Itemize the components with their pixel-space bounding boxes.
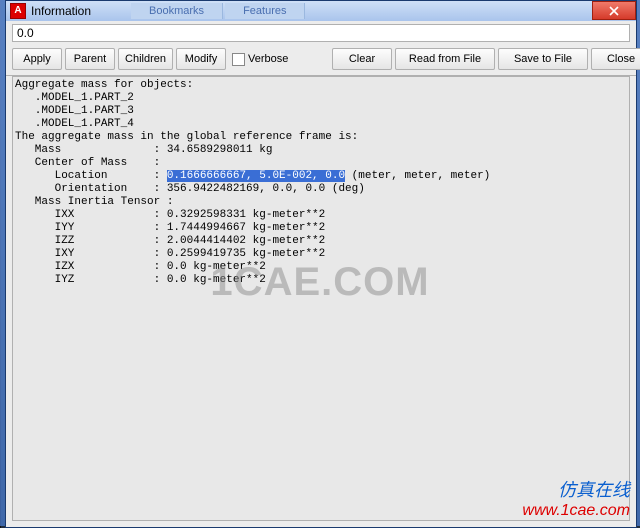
apply-button[interactable]: Apply xyxy=(12,48,62,70)
line: IYY : 1.7444994667 kg-meter**2 xyxy=(15,222,325,234)
line: .MODEL_1.PART_3 xyxy=(15,105,134,117)
checkbox-icon xyxy=(232,53,245,66)
selected-text: 0.1666666667, 5.0E-002, 0.0 xyxy=(167,170,345,182)
toolbar: Apply Parent Children Modify Verbose Cle… xyxy=(6,45,636,76)
line: IZZ : 2.0044414402 kg-meter**2 xyxy=(15,235,325,247)
line: IXX : 0.3292598331 kg-meter**2 xyxy=(15,209,325,221)
footer-url: www.1cae.com xyxy=(522,502,630,520)
info-text-area[interactable]: Aggregate mass for objects: .MODEL_1.PAR… xyxy=(12,76,630,521)
line: (meter, meter, meter) xyxy=(345,170,490,182)
footer: 仿真在线 www.1cae.com xyxy=(522,476,630,520)
line: Aggregate mass for objects: xyxy=(15,79,193,91)
footer-cn: 仿真在线 xyxy=(522,476,630,502)
line: Center of Mass : xyxy=(15,157,160,169)
window-title: Information xyxy=(31,4,91,18)
information-window: A Information Bookmarks Features Apply P… xyxy=(5,0,637,528)
value-input[interactable] xyxy=(12,24,630,42)
clear-button[interactable]: Clear xyxy=(332,48,392,70)
close-button[interactable]: Close xyxy=(591,48,640,70)
ghost-tab: Features xyxy=(225,3,305,19)
line: Location : xyxy=(15,170,167,182)
line: Mass : 34.6589298011 kg xyxy=(15,144,272,156)
parent-button[interactable]: Parent xyxy=(65,48,115,70)
line: .MODEL_1.PART_4 xyxy=(15,118,134,130)
line: The aggregate mass in the global referen… xyxy=(15,131,358,143)
save-to-file-button[interactable]: Save to File xyxy=(498,48,588,70)
title-ghost-tabs: Bookmarks Features xyxy=(131,3,305,19)
titlebar[interactable]: A Information Bookmarks Features xyxy=(6,1,636,21)
app-icon: A xyxy=(10,3,26,19)
verbose-label: Verbose xyxy=(248,53,288,65)
read-from-file-button[interactable]: Read from File xyxy=(395,48,495,70)
verbose-checkbox[interactable]: Verbose xyxy=(229,48,329,70)
line: IXY : 0.2599419735 kg-meter**2 xyxy=(15,248,325,260)
line: Orientation : 356.9422482169, 0.0, 0.0 (… xyxy=(15,183,365,195)
close-window-button[interactable] xyxy=(592,1,636,20)
line: IZX : 0.0 kg-meter**2 xyxy=(15,261,266,273)
ghost-tab: Bookmarks xyxy=(131,3,223,19)
close-icon xyxy=(609,6,619,16)
value-input-row xyxy=(6,21,636,45)
line: IYZ : 0.0 kg-meter**2 xyxy=(15,274,266,286)
line: Mass Inertia Tensor : xyxy=(15,196,173,208)
line: .MODEL_1.PART_2 xyxy=(15,92,134,104)
children-button[interactable]: Children xyxy=(118,48,173,70)
modify-button[interactable]: Modify xyxy=(176,48,226,70)
